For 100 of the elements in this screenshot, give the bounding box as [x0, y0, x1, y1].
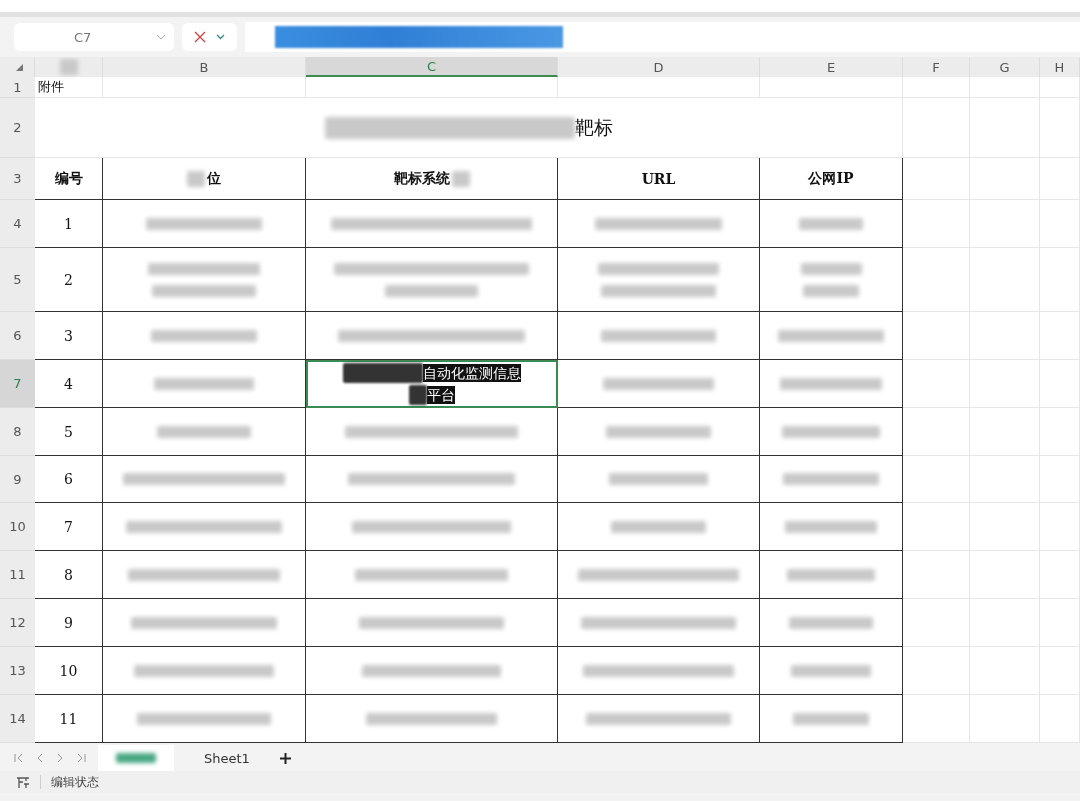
- table-cell[interactable]: [760, 248, 903, 312]
- table-cell[interactable]: [103, 551, 306, 599]
- chevron-icon[interactable]: [216, 34, 225, 40]
- table-cell[interactable]: [306, 695, 558, 743]
- table-cell[interactable]: [103, 200, 306, 248]
- highlighted-text: 平台: [426, 385, 455, 404]
- table-cell: 10: [59, 662, 78, 679]
- table-cell[interactable]: [103, 647, 306, 695]
- row-header[interactable]: 9: [0, 456, 35, 503]
- table-cell[interactable]: [103, 599, 306, 647]
- empty-cell: [903, 647, 970, 695]
- row-header[interactable]: 10: [0, 503, 35, 551]
- row-header[interactable]: 11: [0, 551, 35, 599]
- empty-cell: [970, 360, 1040, 408]
- table-cell: 4: [64, 375, 73, 392]
- table-cell[interactable]: [558, 503, 760, 551]
- row-header[interactable]: 13: [0, 647, 35, 695]
- empty-cell: [1040, 248, 1080, 312]
- table-cell[interactable]: [558, 599, 760, 647]
- table-cell: 6: [64, 471, 73, 487]
- sheet-tab[interactable]: Sheet1: [186, 745, 268, 771]
- table-cell[interactable]: [103, 360, 306, 408]
- table-cell[interactable]: [306, 599, 558, 647]
- table-cell[interactable]: [558, 551, 760, 599]
- table-cell: 11: [59, 710, 78, 727]
- table-cell[interactable]: [558, 408, 760, 456]
- next-sheet-icon[interactable]: [56, 753, 64, 763]
- row-header[interactable]: 7: [0, 360, 35, 408]
- row-header[interactable]: 1: [0, 77, 35, 98]
- add-icon[interactable]: [279, 752, 291, 764]
- sheet-tab[interactable]: [98, 745, 174, 771]
- table-cell[interactable]: [558, 248, 760, 312]
- empty-cell: [1040, 456, 1080, 503]
- table-cell[interactable]: [760, 456, 903, 503]
- table-cell[interactable]: [558, 312, 760, 360]
- empty-cell: [903, 200, 970, 248]
- column-header[interactable]: D: [558, 57, 760, 77]
- row-header[interactable]: 14: [0, 695, 35, 743]
- row-header[interactable]: 4: [0, 200, 35, 248]
- table-cell[interactable]: [760, 599, 903, 647]
- select-all-icon[interactable]: [16, 63, 23, 71]
- redacted-text: [800, 262, 862, 275]
- row-header[interactable]: 6: [0, 312, 35, 360]
- table-cell[interactable]: [558, 200, 760, 248]
- table-cell[interactable]: [103, 312, 306, 360]
- column-header[interactable]: C: [306, 57, 558, 77]
- table-cell[interactable]: [306, 503, 558, 551]
- table-cell[interactable]: [306, 456, 558, 503]
- table-cell[interactable]: [760, 695, 903, 743]
- row-header[interactable]: 12: [0, 599, 35, 647]
- column-heading: 位: [207, 169, 221, 188]
- table-cell[interactable]: [760, 312, 903, 360]
- table-cell[interactable]: [103, 503, 306, 551]
- column-header[interactable]: E: [760, 57, 903, 77]
- empty-cell: [970, 158, 1040, 200]
- redacted-text: [187, 170, 205, 187]
- table-cell[interactable]: [103, 408, 306, 456]
- table-cell[interactable]: [306, 408, 558, 456]
- empty-cell: [970, 551, 1040, 599]
- table-cell[interactable]: [306, 647, 558, 695]
- table-cell[interactable]: [760, 551, 903, 599]
- table-cell[interactable]: [760, 408, 903, 456]
- table-cell[interactable]: [558, 647, 760, 695]
- table-cell[interactable]: [558, 456, 760, 503]
- table-cell[interactable]: 自动化监测信息 平台: [306, 360, 558, 408]
- row-header[interactable]: 3: [0, 158, 35, 200]
- last-sheet-icon[interactable]: [76, 753, 86, 763]
- column-header[interactable]: G: [970, 57, 1040, 77]
- column-header[interactable]: B: [103, 57, 306, 77]
- column-header[interactable]: F: [903, 57, 970, 77]
- table-cell[interactable]: [306, 312, 558, 360]
- table-cell: 9: [64, 614, 73, 631]
- empty-cell: [970, 408, 1040, 456]
- table-cell: 8: [64, 566, 73, 583]
- table-cell[interactable]: [760, 200, 903, 248]
- first-sheet-icon[interactable]: [14, 753, 24, 763]
- table-cell[interactable]: [760, 647, 903, 695]
- table-cell[interactable]: [760, 360, 903, 408]
- column-header[interactable]: H: [1040, 57, 1080, 77]
- table-cell[interactable]: [306, 551, 558, 599]
- table-cell[interactable]: [306, 248, 558, 312]
- table-cell[interactable]: [103, 695, 306, 743]
- row-header[interactable]: 8: [0, 408, 35, 456]
- table-cell: 7: [64, 518, 73, 535]
- table-cell[interactable]: [103, 456, 306, 503]
- table-cell[interactable]: [558, 360, 760, 408]
- name-box[interactable]: C7: [14, 23, 174, 51]
- macro-icon[interactable]: [16, 775, 30, 789]
- previous-sheet-icon[interactable]: [36, 753, 44, 763]
- status-text: 编辑状态: [51, 773, 99, 791]
- formula-field[interactable]: [245, 22, 1080, 52]
- table-cell[interactable]: [760, 503, 903, 551]
- empty-cell: [1040, 503, 1080, 551]
- close-icon[interactable]: [194, 31, 206, 43]
- table-cell[interactable]: [103, 248, 306, 312]
- table-cell[interactable]: [558, 695, 760, 743]
- row-header[interactable]: 5: [0, 248, 35, 312]
- table-cell[interactable]: [306, 200, 558, 248]
- row-header[interactable]: 2: [0, 98, 35, 158]
- empty-cell: [970, 98, 1040, 158]
